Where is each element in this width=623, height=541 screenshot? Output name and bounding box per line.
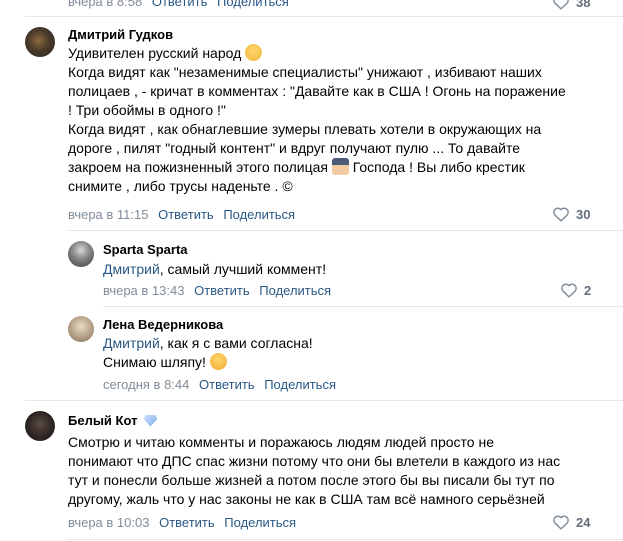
comment-footer: вчера в 13:43 Ответить Поделиться — [103, 283, 331, 298]
comment-line: , как я с вами согласна! — [159, 335, 313, 351]
comment-footer: вчера в 11:15 Ответить Поделиться — [68, 207, 295, 222]
comment-time[interactable]: вчера в 10:03 — [68, 515, 149, 530]
like-button[interactable]: 30 — [552, 206, 590, 222]
comment-line: Смотрю и читаю комменты и поражаюсь людя… — [68, 434, 494, 450]
author-name[interactable]: Sparta Sparta — [103, 242, 188, 257]
top-comment-footer: вчера в 8:58 Ответить Поделиться — [68, 0, 289, 9]
divider — [68, 539, 623, 540]
comment-text: Удивителен русский народ Когда видят как… — [68, 44, 588, 196]
mention-link[interactable]: Дмитрий — [103, 261, 160, 277]
comment-line: другому, жаль что у нас законы не как в … — [68, 491, 545, 507]
share-link[interactable]: Поделиться — [223, 207, 295, 222]
comment-line: Господа ! Вы либо крестик — [352, 159, 525, 175]
comment-line: тут и понесли больше жизней а потом посл… — [68, 472, 555, 488]
like-count: 24 — [576, 514, 591, 530]
comment-line: снимите , либо трусы наденьте . © — [68, 178, 293, 194]
comment-footer: вчера в 10:03 Ответить Поделиться — [68, 515, 296, 530]
like-count: 2 — [584, 282, 592, 298]
comment-time[interactable]: вчера в 8:58 — [68, 0, 142, 9]
like-button[interactable]: 24 — [552, 514, 590, 530]
avatar[interactable] — [68, 316, 94, 342]
comment-footer: сегодня в 8:44 Ответить Поделиться — [103, 377, 336, 392]
divider — [103, 306, 623, 307]
smiling-emoji-icon — [209, 353, 227, 370]
comment-text: Смотрю и читаю комменты и поражаюсь людя… — [68, 433, 598, 509]
comment-line: Удивителен русский народ — [68, 45, 242, 61]
comment-text: Дмитрий, самый лучший коммент! — [103, 260, 326, 279]
author-name[interactable]: Лена Ведерникова — [103, 317, 223, 332]
like-count: 38 — [576, 0, 591, 10]
heart-icon — [561, 283, 577, 298]
reply-link[interactable]: Ответить — [152, 0, 208, 9]
share-link[interactable]: Поделиться — [259, 283, 331, 298]
comment-time[interactable]: вчера в 11:15 — [68, 207, 148, 222]
comment-line: Когда видят как "незаменимые специалисты… — [68, 64, 542, 80]
reply-link[interactable]: Ответить — [194, 283, 250, 298]
comment-time[interactable]: вчера в 13:43 — [103, 283, 184, 298]
comment-line: , самый лучший коммент! — [159, 261, 327, 277]
comment-line: Когда видят , как обнаглевшие зумеры пле… — [68, 121, 542, 137]
comment-line: закроем на пожизненный этого полицая — [68, 159, 328, 175]
author-name[interactable]: Дмитрий Гудков — [68, 27, 173, 42]
share-link[interactable]: Поделиться — [217, 0, 289, 9]
comment-time[interactable]: сегодня в 8:44 — [103, 377, 189, 392]
avatar[interactable] — [25, 411, 55, 441]
divider — [68, 230, 623, 231]
police-officer-emoji-icon — [331, 158, 349, 175]
author-row: Белый Кот — [68, 413, 158, 428]
like-count: 30 — [576, 206, 591, 222]
comment-line: Снимаю шляпу! — [103, 354, 206, 370]
gem-icon — [143, 414, 158, 427]
reply-link[interactable]: Ответить — [158, 207, 214, 222]
author-name[interactable]: Белый Кот — [68, 413, 137, 428]
heart-icon — [553, 207, 569, 222]
flushed-emoji-icon — [245, 44, 263, 61]
comment-line: понимают что ДПС спас жизни потому что о… — [68, 453, 561, 469]
divider — [25, 16, 623, 17]
reply-link[interactable]: Ответить — [159, 515, 215, 530]
mention-link[interactable]: Дмитрий — [103, 335, 160, 351]
heart-icon — [553, 0, 569, 10]
comment-text: Дмитрий, как я с вами согласна! Снимаю ш… — [103, 334, 313, 372]
avatar[interactable] — [25, 27, 55, 57]
share-link[interactable]: Поделиться — [264, 377, 336, 392]
comment-line: дороге , пилят "годный контент" и вдруг … — [68, 140, 520, 156]
divider — [25, 400, 623, 401]
share-link[interactable]: Поделиться — [224, 515, 296, 530]
avatar[interactable] — [68, 241, 94, 267]
reply-link[interactable]: Ответить — [199, 377, 255, 392]
like-button[interactable]: 2 — [560, 282, 591, 298]
heart-icon — [553, 515, 569, 530]
like-button[interactable]: 38 — [552, 0, 590, 10]
comment-line: ! Три обоймы в одного !" — [68, 102, 226, 118]
comment-line: полицаев , - кричат в комментах : "Давай… — [68, 83, 566, 99]
